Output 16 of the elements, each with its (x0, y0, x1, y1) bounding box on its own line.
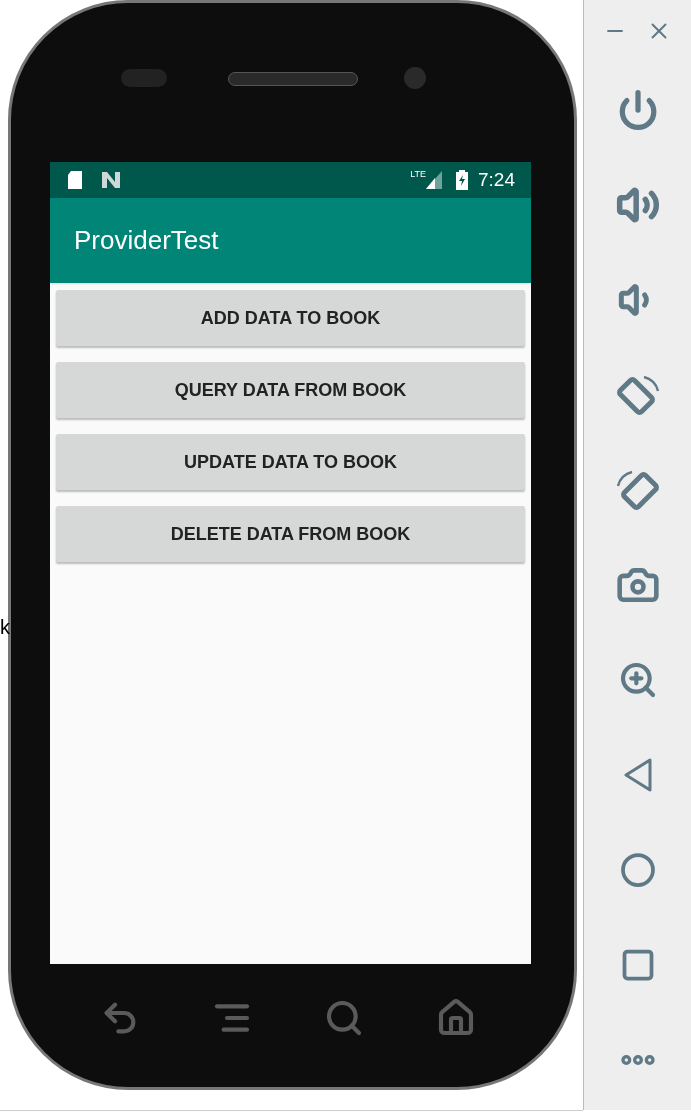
signal-icon (426, 171, 442, 189)
camera-lens (404, 67, 426, 89)
battery-icon (456, 170, 468, 190)
home-icon[interactable] (619, 851, 656, 888)
home-icon[interactable] (436, 998, 476, 1038)
app-title: ProviderTest (74, 224, 219, 257)
action-button[interactable]: DELETE DATA FROM BOOK (56, 506, 525, 562)
status-time: 7:24 (478, 167, 515, 192)
background-text: k (0, 615, 10, 640)
search-icon[interactable] (324, 998, 364, 1038)
n-logo-icon (100, 171, 122, 189)
action-button[interactable]: UPDATE DATA TO BOOK (56, 434, 525, 490)
action-button[interactable]: QUERY DATA FROM BOOK (56, 362, 525, 418)
network-type: LTE (410, 168, 426, 181)
action-button[interactable]: ADD DATA TO BOOK (56, 290, 525, 346)
sd-card-icon (66, 170, 84, 190)
